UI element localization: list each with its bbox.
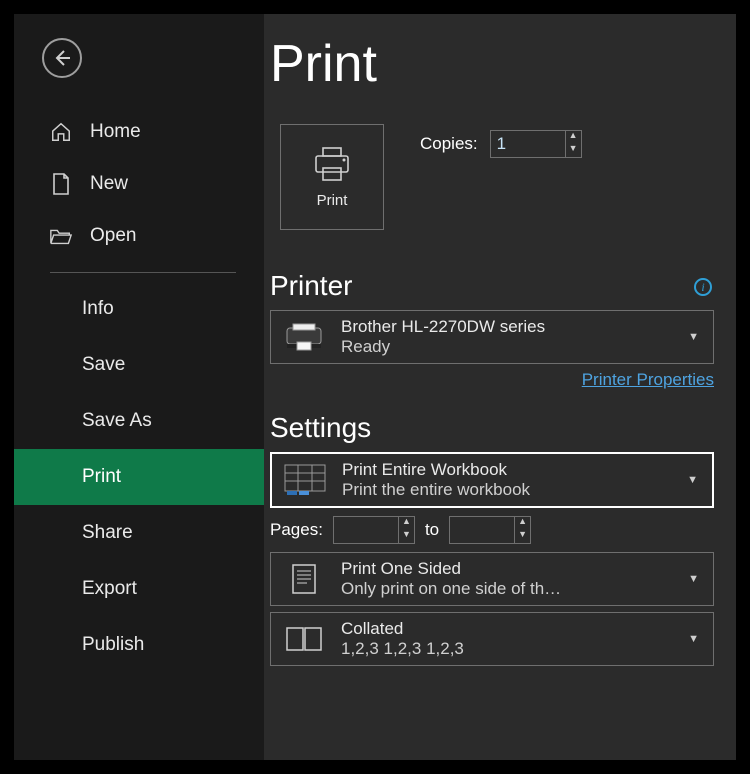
print-what-title: Print Entire Workbook <box>342 460 669 480</box>
pages-label: Pages: <box>270 520 323 540</box>
collated-icon <box>281 620 327 658</box>
printer-name: Brother HL-2270DW series <box>341 317 670 337</box>
sidebar-item-open[interactable]: Open <box>14 210 264 262</box>
pages-to-input[interactable] <box>450 521 514 539</box>
print-what-dropdown[interactable]: Print Entire Workbook Print the entire w… <box>270 452 714 508</box>
pages-from-spinbox[interactable]: ▲▼ <box>333 516 415 544</box>
sidebar-separator <box>50 272 236 273</box>
folder-open-icon <box>48 226 74 246</box>
print-button[interactable]: Print <box>280 124 384 230</box>
pages-to-spinbox[interactable]: ▲▼ <box>449 516 531 544</box>
sidebar-item-share[interactable]: Share <box>14 505 264 561</box>
printer-status: Ready <box>341 337 670 357</box>
home-icon <box>48 121 74 143</box>
sidebar-item-publish[interactable]: Publish <box>14 617 264 673</box>
sidebar-item-saveas[interactable]: Save As <box>14 393 264 449</box>
pages-from-input[interactable] <box>334 521 398 539</box>
chevron-down-icon: ▼ <box>684 633 703 645</box>
sidebar-item-label: Home <box>90 121 141 143</box>
page-title: Print <box>270 34 714 94</box>
printer-icon <box>312 146 352 182</box>
pages-to-label: to <box>425 520 439 540</box>
sidebar-item-new[interactable]: New <box>14 158 264 210</box>
copies-step-down[interactable]: ▼ <box>566 144 581 157</box>
printer-device-icon <box>281 318 327 356</box>
print-what-sub: Print the entire workbook <box>342 480 669 500</box>
sides-dropdown[interactable]: Print One Sided Only print on one side o… <box>270 552 714 606</box>
print-button-label: Print <box>317 192 348 209</box>
copies-group: Copies: ▲ ▼ <box>420 130 582 158</box>
collate-title: Collated <box>341 619 670 639</box>
copies-input[interactable] <box>491 134 565 154</box>
back-button[interactable] <box>42 38 82 78</box>
collate-dropdown[interactable]: Collated 1,2,3 1,2,3 1,2,3 ▼ <box>270 612 714 666</box>
sidebar: Home New Open Info Save Save As Print Sh… <box>14 14 264 760</box>
chevron-down-icon: ▼ <box>683 474 702 486</box>
pages-to-down[interactable]: ▼ <box>515 530 530 543</box>
main-panel: Print Print Copies: ▲ ▼ <box>264 14 736 760</box>
backstage-frame: Home New Open Info Save Save As Print Sh… <box>14 14 736 760</box>
new-file-icon <box>48 172 74 196</box>
arrow-left-icon <box>52 48 72 68</box>
collate-sub: 1,2,3 1,2,3 1,2,3 <box>341 639 670 659</box>
chevron-down-icon: ▼ <box>684 331 703 343</box>
workbook-icon <box>282 461 328 499</box>
sidebar-item-home[interactable]: Home <box>14 106 264 158</box>
sidebar-item-export[interactable]: Export <box>14 561 264 617</box>
printer-heading: Printer <box>270 270 352 302</box>
copies-spinbox[interactable]: ▲ ▼ <box>490 130 582 158</box>
sidebar-item-label: Open <box>90 225 136 247</box>
sidebar-item-info[interactable]: Info <box>14 281 264 337</box>
sidebar-item-print[interactable]: Print <box>14 449 264 505</box>
sides-title: Print One Sided <box>341 559 670 579</box>
chevron-down-icon: ▼ <box>684 573 703 585</box>
sides-sub: Only print on one side of th… <box>341 579 670 599</box>
sidebar-item-save[interactable]: Save <box>14 337 264 393</box>
settings-heading: Settings <box>270 412 714 444</box>
pages-row: Pages: ▲▼ to ▲▼ <box>270 516 714 544</box>
printer-properties-link[interactable]: Printer Properties <box>582 370 714 389</box>
pages-from-down[interactable]: ▼ <box>399 530 414 543</box>
one-sided-icon <box>281 560 327 598</box>
printer-dropdown[interactable]: Brother HL-2270DW series Ready ▼ <box>270 310 714 364</box>
sidebar-item-label: New <box>90 173 128 195</box>
info-icon[interactable]: i <box>694 278 712 296</box>
copies-label: Copies: <box>420 134 478 154</box>
print-action-row: Print Copies: ▲ ▼ <box>280 124 714 230</box>
